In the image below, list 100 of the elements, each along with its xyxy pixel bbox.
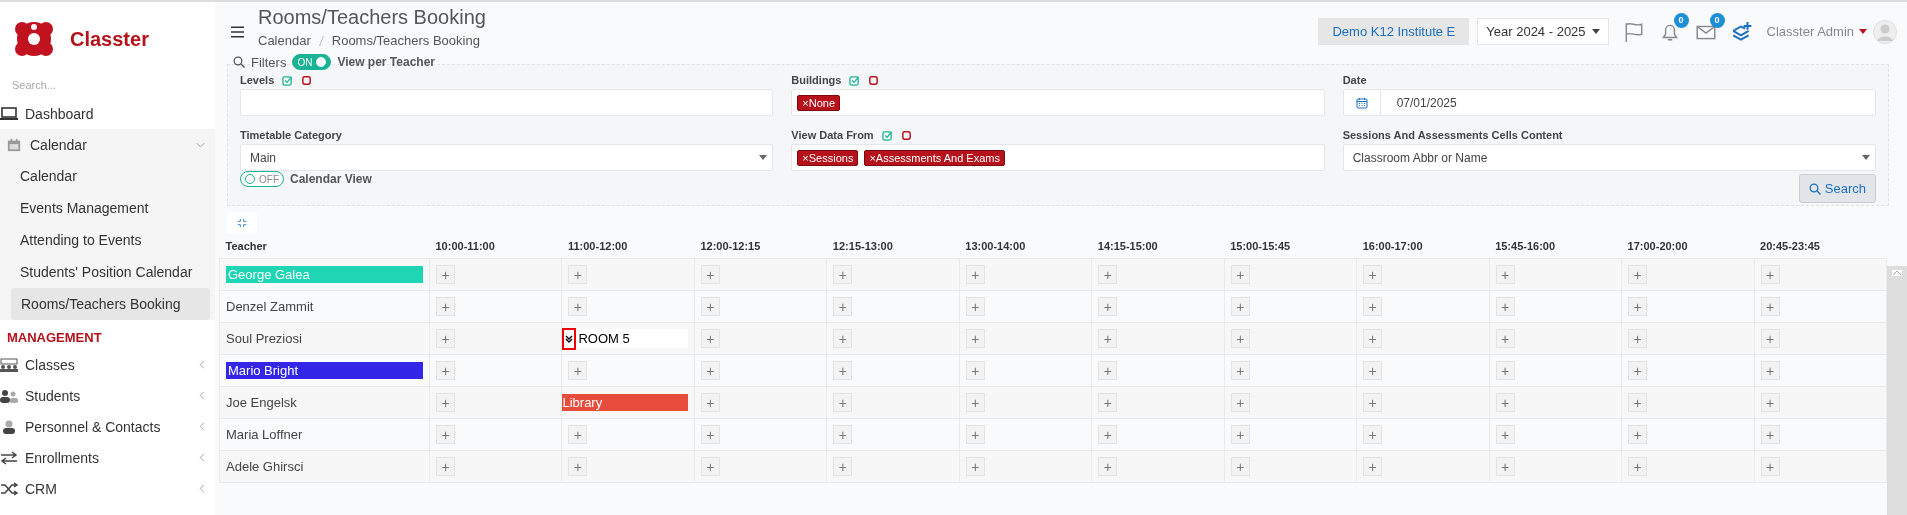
breadcrumb-item[interactable]: Calendar xyxy=(258,33,311,48)
add-button[interactable]: + xyxy=(436,361,455,380)
add-button[interactable]: + xyxy=(436,297,455,316)
add-button[interactable]: + xyxy=(1495,329,1515,348)
nav-item[interactable]: Dashboard xyxy=(0,98,215,129)
year-dropdown[interactable]: Year 2024 - 2025 xyxy=(1477,18,1609,45)
search-button[interactable]: Search xyxy=(1798,174,1876,203)
add-button[interactable]: + xyxy=(833,265,853,284)
add-button[interactable]: + xyxy=(1230,425,1250,444)
add-button[interactable]: + xyxy=(1098,297,1118,316)
add-button[interactable]: + xyxy=(1230,393,1250,412)
scroll-up-icon[interactable] xyxy=(1892,270,1902,276)
add-button[interactable]: + xyxy=(436,457,455,476)
tag-chip[interactable]: ×Assessments And Exams xyxy=(864,149,1005,166)
add-button[interactable]: + xyxy=(1098,393,1118,412)
add-button[interactable]: + xyxy=(1495,425,1515,444)
nav-item[interactable]: CRM xyxy=(0,473,215,504)
user-menu[interactable]: Classter Admin xyxy=(1766,24,1867,39)
add-button[interactable]: + xyxy=(1363,425,1383,444)
add-button[interactable]: + xyxy=(1628,425,1648,444)
add-button[interactable]: + xyxy=(1495,393,1515,412)
add-button[interactable]: + xyxy=(700,457,720,476)
add-button[interactable]: + xyxy=(700,425,720,444)
add-button[interactable]: + xyxy=(700,265,720,284)
add-button[interactable]: + xyxy=(1760,265,1780,284)
select-all-icon[interactable] xyxy=(282,74,294,86)
add-button[interactable]: + xyxy=(1363,265,1383,284)
add-button[interactable]: + xyxy=(1495,297,1515,316)
tag-input-field[interactable]: ×None xyxy=(791,89,1325,116)
nav-item[interactable]: Enrollments xyxy=(0,442,215,473)
layers-plus-icon[interactable] xyxy=(1730,20,1753,43)
scrollbar[interactable] xyxy=(1887,266,1907,515)
select-all-icon[interactable] xyxy=(881,129,893,141)
add-button[interactable]: + xyxy=(1628,361,1648,380)
add-button[interactable]: + xyxy=(1628,457,1648,476)
add-button[interactable]: + xyxy=(1230,297,1250,316)
add-button[interactable]: + xyxy=(1495,265,1515,284)
add-button[interactable]: + xyxy=(1760,457,1780,476)
tag-input-field[interactable] xyxy=(240,89,774,116)
add-button[interactable]: + xyxy=(833,457,853,476)
add-button[interactable]: + xyxy=(1628,265,1648,284)
add-button[interactable]: + xyxy=(700,297,720,316)
add-button[interactable]: + xyxy=(1363,361,1383,380)
calendar-icon[interactable] xyxy=(1355,96,1368,109)
date-field[interactable]: 07/01/2025 xyxy=(1342,89,1876,116)
add-button[interactable]: + xyxy=(436,425,455,444)
add-button[interactable]: + xyxy=(833,297,853,316)
add-button[interactable]: + xyxy=(1230,329,1250,348)
add-button[interactable]: + xyxy=(965,297,985,316)
nav-subitem[interactable]: Calendar xyxy=(0,160,210,192)
add-button[interactable]: + xyxy=(965,457,985,476)
nav-subitem[interactable]: Rooms/Teachers Booking xyxy=(11,288,210,320)
add-button[interactable]: + xyxy=(1760,329,1780,348)
add-button[interactable]: + xyxy=(1098,361,1118,380)
add-button[interactable]: + xyxy=(833,393,853,412)
add-button[interactable]: + xyxy=(568,425,588,444)
nav-subitem[interactable]: Attending to Events xyxy=(0,224,210,256)
add-button[interactable]: + xyxy=(965,265,985,284)
deselect-all-icon[interactable] xyxy=(301,74,313,86)
add-button[interactable]: + xyxy=(1628,297,1648,316)
add-button[interactable]: + xyxy=(1628,393,1648,412)
add-button[interactable]: + xyxy=(833,425,853,444)
add-button[interactable]: + xyxy=(700,393,720,412)
nav-item[interactable]: Calendar xyxy=(0,129,215,160)
add-button[interactable]: + xyxy=(1760,393,1780,412)
add-button[interactable]: + xyxy=(1098,329,1118,348)
collapse-button[interactable] xyxy=(227,212,257,234)
add-button[interactable]: + xyxy=(1760,297,1780,316)
add-button[interactable]: + xyxy=(436,393,455,412)
tag-chip[interactable]: ×Sessions xyxy=(797,149,859,166)
double-chevron-icon[interactable] xyxy=(565,334,574,343)
deselect-all-icon[interactable] xyxy=(900,129,912,141)
add-button[interactable]: + xyxy=(1230,265,1250,284)
nav-item[interactable]: Students xyxy=(0,380,215,411)
add-button[interactable]: + xyxy=(436,265,455,284)
tag-input-field[interactable]: ×Sessions ×Assessments And Exams xyxy=(791,144,1325,171)
add-button[interactable]: + xyxy=(1098,457,1118,476)
add-button[interactable]: + xyxy=(700,361,720,380)
menu-icon[interactable] xyxy=(231,26,244,38)
add-button[interactable]: + xyxy=(833,361,853,380)
institute-button[interactable]: Demo K12 Institute E xyxy=(1318,18,1470,45)
add-button[interactable]: + xyxy=(568,457,588,476)
nav-item[interactable]: Classes xyxy=(0,349,215,380)
add-button[interactable]: + xyxy=(1495,361,1515,380)
select-field[interactable]: Classroom Abbr or Name xyxy=(1342,144,1876,171)
add-button[interactable]: + xyxy=(568,265,588,284)
add-button[interactable]: + xyxy=(1230,361,1250,380)
nav-subitem[interactable]: Students' Position Calendar xyxy=(0,256,210,288)
add-button[interactable]: + xyxy=(1098,425,1118,444)
add-button[interactable]: + xyxy=(568,361,588,380)
add-button[interactable]: + xyxy=(1363,457,1383,476)
add-button[interactable]: + xyxy=(965,329,985,348)
add-button[interactable]: + xyxy=(965,393,985,412)
add-button[interactable]: + xyxy=(1230,457,1250,476)
booking-block[interactable]: Library xyxy=(562,394,688,411)
add-button[interactable]: + xyxy=(1495,457,1515,476)
add-button[interactable]: + xyxy=(833,329,853,348)
tag-chip[interactable]: ×None xyxy=(797,94,841,111)
add-button[interactable]: + xyxy=(1760,361,1780,380)
toggle-switch[interactable]: ON xyxy=(292,54,332,70)
